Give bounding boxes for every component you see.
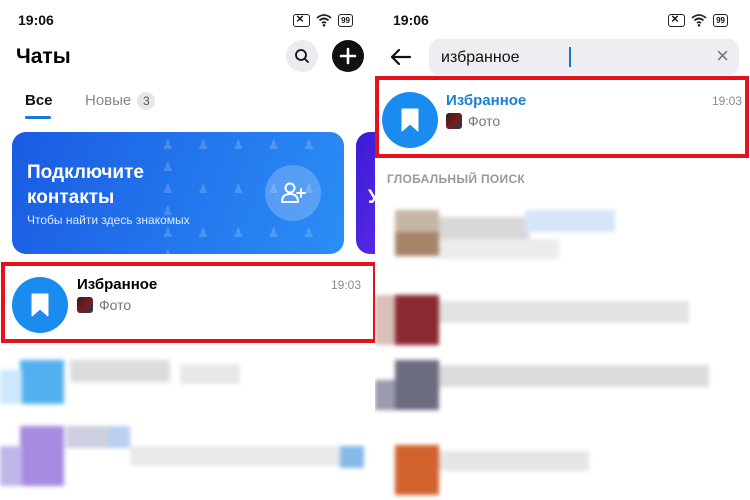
connect-contacts-banner[interactable]: ♟ ♟ ♟ ♟ ♟ ♟♟ ♟ ♟ ♟ ♟ ♟♟ ♟ ♟ ♟ ♟ ♟♟ ♟ ♟ ♟… — [12, 132, 344, 254]
chats-screen: 19:06 99 Чаты — [0, 0, 375, 500]
search-screen: 19:06 99 × — [375, 0, 750, 500]
banner-title: Подключите контакты — [27, 162, 144, 208]
plus-icon — [339, 47, 357, 65]
wifi-icon — [691, 14, 707, 27]
banner-subtitle: Чтобы найти здесь знакомых — [27, 213, 190, 227]
page-title: Чаты — [16, 45, 71, 68]
unread-count-badge: 3 — [137, 92, 156, 110]
battery-icon: 99 — [338, 13, 353, 27]
tab-active-indicator — [25, 116, 51, 119]
tab-new[interactable]: Новые 3 — [85, 92, 156, 110]
search-icon — [295, 49, 309, 63]
sim-off-icon — [293, 11, 311, 27]
new-chat-button[interactable] — [332, 40, 364, 72]
text-caret — [569, 47, 571, 67]
blurred-chat-list — [0, 350, 375, 500]
search-button[interactable] — [286, 40, 318, 72]
status-bar: 19:06 99 — [18, 11, 353, 30]
tab-new-label: Новые — [85, 92, 132, 109]
tab-all[interactable]: Все — [25, 92, 53, 109]
add-contact-icon — [281, 182, 306, 203]
clear-icon[interactable]: × — [716, 43, 729, 69]
add-contact-button[interactable] — [265, 165, 321, 221]
next-banner-peek[interactable]: У — [356, 132, 375, 254]
status-time: 19:06 — [393, 12, 429, 28]
status-bar: 19:06 99 — [393, 11, 728, 30]
sim-off-icon — [668, 11, 686, 27]
status-time: 19:06 — [18, 12, 54, 28]
search-field[interactable]: × — [429, 39, 739, 77]
highlight-frame — [1, 262, 375, 343]
section-global-search: ГЛОБАЛЬНЫЙ ПОИСК — [387, 172, 526, 186]
battery-icon: 99 — [713, 13, 728, 27]
blurred-search-results — [375, 205, 750, 500]
highlight-frame — [375, 76, 749, 158]
wifi-icon — [316, 14, 332, 27]
back-arrow-icon[interactable] — [390, 47, 412, 67]
